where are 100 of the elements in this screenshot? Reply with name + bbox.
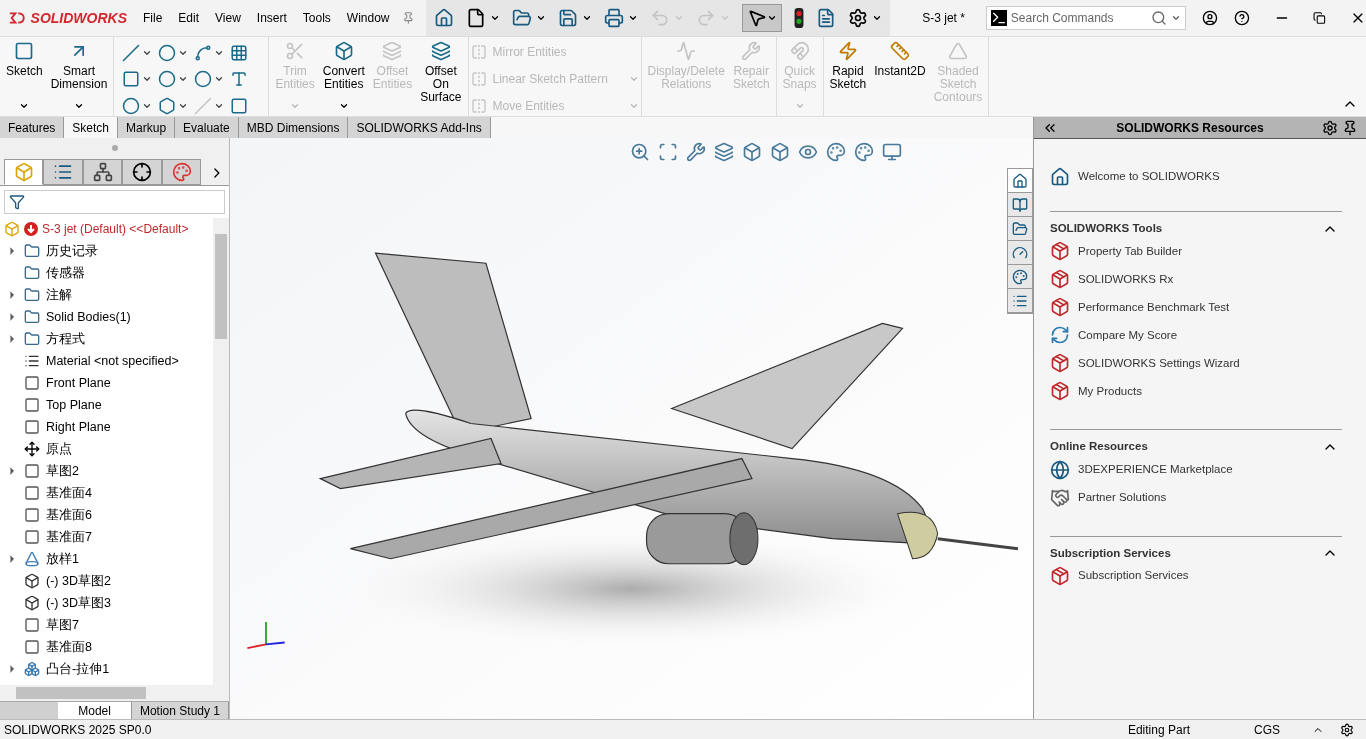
printer-icon[interactable] bbox=[604, 8, 625, 28]
appearance-icon[interactable] bbox=[826, 142, 846, 162]
resource-link[interactable]: Subscription Services bbox=[1050, 561, 1189, 590]
command-tab[interactable]: Markup bbox=[118, 117, 176, 138]
panel-tab[interactable] bbox=[122, 159, 162, 185]
ribbon-button[interactable]: Convert Entities bbox=[318, 37, 369, 115]
tree-item[interactable]: 历史记录 bbox=[0, 240, 213, 262]
panel-tab[interactable] bbox=[82, 159, 123, 185]
tree-item[interactable]: 凸台-拉伸1 bbox=[0, 658, 213, 680]
tree-item[interactable]: 草图7 bbox=[0, 614, 213, 636]
caret-icon[interactable] bbox=[628, 13, 639, 23]
menu-item[interactable]: Edit bbox=[170, 9, 208, 27]
tree-item[interactable]: Solid Bodies(1) bbox=[0, 306, 213, 328]
settings-icon[interactable] bbox=[1340, 722, 1354, 737]
tree-root[interactable]: S-3 jet (Default) <<Default> bbox=[0, 218, 213, 240]
splitter-handle[interactable] bbox=[111, 145, 118, 151]
ribbon-button[interactable]: Rapid Sketch bbox=[825, 37, 871, 115]
search-icon[interactable] bbox=[1150, 10, 1167, 26]
appearance-icon bbox=[171, 162, 192, 182]
save-icon[interactable] bbox=[558, 8, 579, 28]
search-field[interactable]: Search Commands bbox=[1010, 9, 1147, 27]
horizontal-scrollbar[interactable] bbox=[0, 685, 229, 701]
spline-icon[interactable] bbox=[194, 44, 213, 63]
select-button[interactable] bbox=[742, 4, 783, 32]
caret-icon bbox=[628, 101, 639, 111]
resource-link[interactable]: My Products bbox=[1050, 377, 1142, 406]
resource-link[interactable]: Partner Solutions bbox=[1050, 483, 1167, 512]
filter-field[interactable] bbox=[4, 190, 225, 214]
traffic-light-icon[interactable] bbox=[794, 8, 805, 28]
section-title: Online Resources bbox=[1050, 439, 1148, 455]
command-tab[interactable]: Features bbox=[0, 117, 65, 138]
ribbon-button[interactable]: Offset On Surface bbox=[416, 37, 466, 115]
caret-icon[interactable] bbox=[582, 13, 593, 23]
resource-link[interactable]: 3DEXPERIENCE Marketplace bbox=[1050, 455, 1233, 484]
circle-icon[interactable] bbox=[158, 44, 177, 63]
grid-icon[interactable] bbox=[230, 44, 249, 63]
menu-item[interactable]: File bbox=[135, 9, 171, 27]
package-icon bbox=[1050, 381, 1070, 402]
settings-icon[interactable] bbox=[848, 8, 869, 28]
help-icon[interactable] bbox=[1233, 8, 1250, 28]
resource-link[interactable]: Compare My Score bbox=[1050, 321, 1178, 350]
library-icon bbox=[1012, 196, 1028, 213]
search-bar[interactable]: Search Commands bbox=[985, 6, 1186, 30]
menu-item[interactable]: Window bbox=[338, 9, 398, 27]
eye-icon[interactable] bbox=[798, 142, 818, 162]
user-icon[interactable] bbox=[1201, 8, 1218, 28]
tree-item[interactable]: Right Plane bbox=[0, 416, 213, 438]
text-icon[interactable] bbox=[230, 70, 249, 89]
command-tab[interactable]: MBD Dimensions bbox=[238, 117, 349, 138]
tree-item[interactable]: 草图2 bbox=[0, 460, 213, 482]
document-icon[interactable] bbox=[816, 8, 837, 28]
monitor-icon[interactable] bbox=[882, 142, 902, 162]
settings-icon[interactable] bbox=[1322, 119, 1338, 136]
welcome-link[interactable]: Welcome to SOLIDWORKS bbox=[1050, 167, 1220, 187]
caret-icon[interactable] bbox=[872, 13, 883, 23]
caret-icon[interactable] bbox=[536, 13, 547, 23]
menu-item[interactable]: Insert bbox=[248, 9, 295, 27]
layers-icon bbox=[430, 41, 451, 61]
zoom-icon[interactable] bbox=[630, 142, 650, 162]
tree-item[interactable]: (-) 3D草图3 bbox=[0, 592, 213, 614]
vertical-scrollbar[interactable] bbox=[213, 218, 229, 685]
tree-item[interactable]: 方程式 bbox=[0, 328, 213, 350]
ribbon-button[interactable]: Sketch bbox=[2, 37, 47, 115]
tree-item[interactable]: Front Plane bbox=[0, 372, 213, 394]
tree-item[interactable]: 基准面8 bbox=[0, 636, 213, 658]
units-text[interactable]: CGS bbox=[1254, 720, 1280, 739]
tree-item[interactable]: 放样1 bbox=[0, 548, 213, 570]
package-icon bbox=[1050, 565, 1070, 586]
tree-item[interactable]: 注解 bbox=[0, 284, 213, 306]
tree-item[interactable]: Top Plane bbox=[0, 394, 213, 416]
open-folder-icon[interactable] bbox=[512, 8, 533, 28]
resource-link[interactable]: Performance Benchmark Test bbox=[1050, 293, 1230, 322]
tree-item[interactable]: 传感器 bbox=[0, 262, 213, 284]
menu-item[interactable]: View bbox=[207, 9, 249, 27]
resource-link[interactable]: SOLIDWORKS Settings Wizard bbox=[1050, 349, 1240, 378]
polygon-icon[interactable] bbox=[158, 96, 177, 115]
caret-icon[interactable] bbox=[490, 13, 501, 23]
resource-link[interactable]: SOLIDWORKS Rx bbox=[1050, 265, 1174, 294]
tree-item[interactable]: Material <not specified> bbox=[0, 350, 213, 372]
pin-icon[interactable] bbox=[1342, 119, 1358, 136]
line-icon[interactable] bbox=[122, 44, 141, 63]
tree-item[interactable]: 基准面7 bbox=[0, 526, 213, 548]
command-tab[interactable]: Evaluate bbox=[175, 117, 239, 138]
resource-link[interactable]: Property Tab Builder bbox=[1050, 237, 1182, 266]
tree-item[interactable]: (-) 3D草图2 bbox=[0, 570, 213, 592]
ribbon-button[interactable]: Smart Dimension bbox=[46, 37, 112, 115]
tree-item[interactable]: 基准面4 bbox=[0, 482, 213, 504]
status-text: Editing Part bbox=[1127, 721, 1190, 739]
restore-icon[interactable] bbox=[1313, 10, 1327, 26]
bottom-tab[interactable]: Model bbox=[58, 702, 132, 719]
bottom-tab[interactable]: Motion Study 1 bbox=[131, 702, 229, 719]
tree-item[interactable]: 基准面6 bbox=[0, 504, 213, 526]
ribbon-button[interactable]: Instant2D bbox=[870, 37, 930, 115]
home-icon[interactable] bbox=[434, 8, 455, 28]
rectangle-icon[interactable] bbox=[122, 70, 141, 89]
new-file-icon[interactable] bbox=[466, 8, 487, 28]
menu-item[interactable]: Tools bbox=[294, 9, 339, 27]
task-pane-tab[interactable] bbox=[1008, 169, 1032, 193]
tree-item[interactable]: 原点 bbox=[0, 438, 213, 460]
command-tab[interactable]: SOLIDWORKS Add-Ins bbox=[348, 117, 491, 138]
